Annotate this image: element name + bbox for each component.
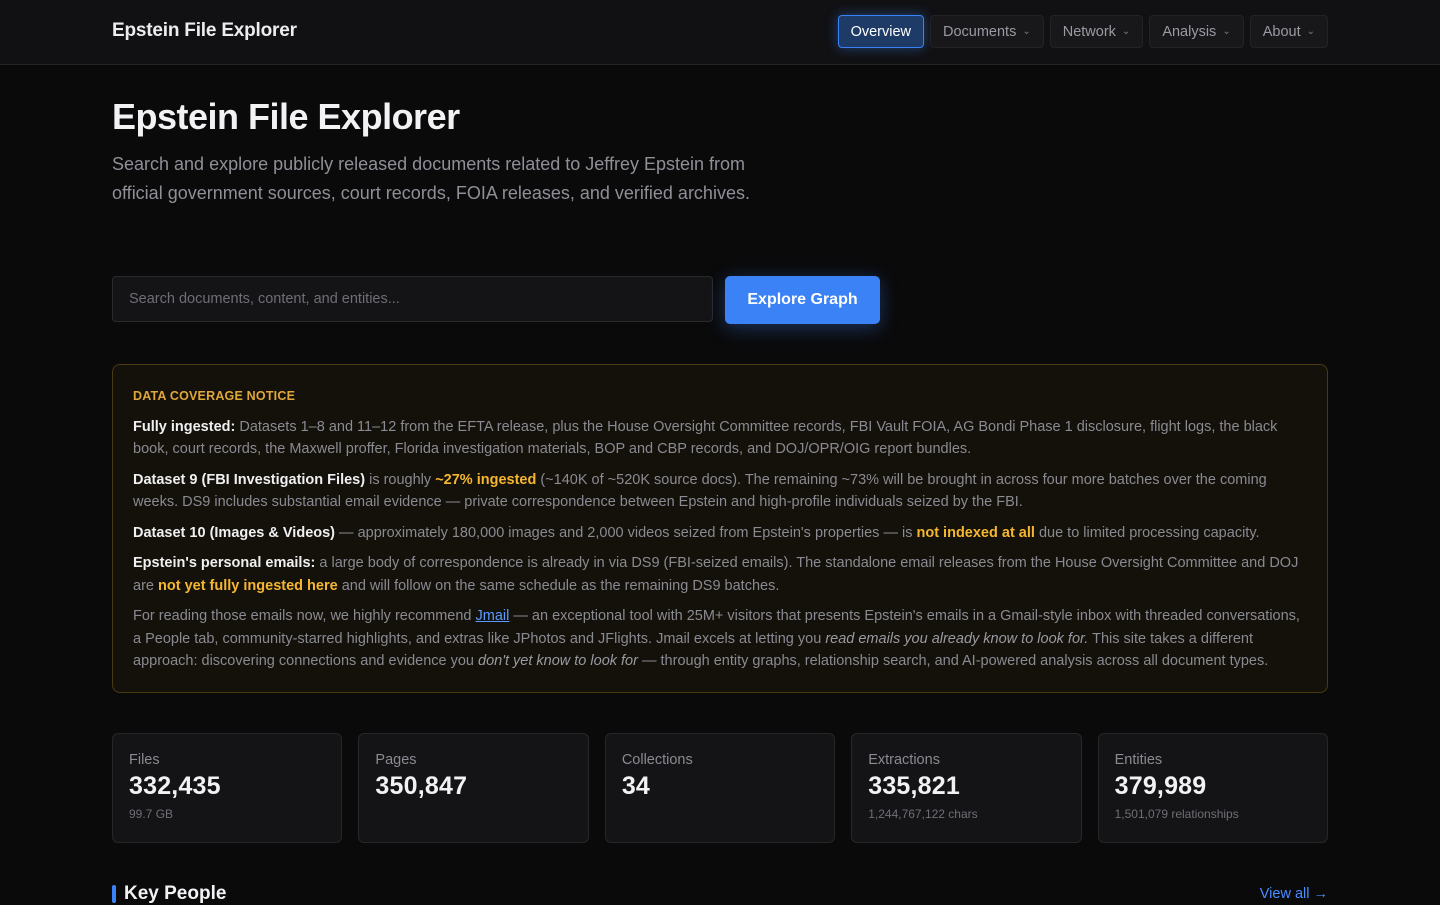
nav-analysis[interactable]: Analysis ⌄ (1149, 15, 1244, 48)
notice-emphasis: don't yet know to look for (478, 653, 638, 669)
search-input[interactable] (112, 276, 713, 322)
page-title: Epstein File Explorer (112, 96, 460, 137)
nav-about-label: About (1262, 23, 1301, 40)
key-people-header: Key People (112, 883, 227, 904)
notice-highlight: not indexed at all (916, 524, 1035, 541)
notice-highlight: ~27% ingested (435, 471, 537, 488)
chevron-down-icon: ⌄ (1022, 26, 1031, 37)
notice-text: is roughly (365, 471, 436, 488)
stat-label: Pages (375, 752, 417, 768)
stat-card-collections: Collections 34 (604, 733, 836, 843)
nav-documents[interactable]: Documents ⌄ (930, 15, 1044, 48)
stat-value: 34 (621, 772, 651, 800)
notice-personal-emails: Epstein's personal emails: a large body … (133, 552, 1307, 597)
notice-label: Fully ingested: (133, 418, 236, 435)
notice-text: and will follow on the same schedule as … (337, 577, 780, 594)
top-navigation-bar: Epstein File Explorer Overview Documents… (0, 0, 1440, 65)
stat-value: 350,847 (375, 772, 468, 800)
notice-title: DATA COVERAGE NOTICE (133, 389, 296, 403)
stat-sub: 1,244,767,122 chars (868, 807, 978, 821)
page-subtitle: Search and explore publicly released doc… (112, 154, 750, 203)
notice-label: Dataset 10 (Images & Videos) (133, 524, 336, 541)
notice-fully-ingested: Fully ingested: Datasets 1–8 and 11–12 f… (133, 416, 1307, 461)
stat-card-pages: Pages 350,847 (358, 733, 589, 843)
brand-title[interactable]: Epstein File Explorer (112, 20, 297, 42)
notice-text: due to limited processing capacity. (1034, 524, 1260, 541)
nav-network[interactable]: Network ⌄ (1049, 15, 1144, 48)
notice-text: — through entity graphs, relationship se… (637, 653, 1269, 669)
stat-sub: 99.7 GB (129, 807, 174, 821)
stat-label: Entities (1114, 752, 1163, 768)
stat-value: 332,435 (129, 772, 221, 800)
section-accent-bar (112, 885, 116, 903)
jmail-link[interactable]: Jmail (476, 608, 510, 624)
nav-overview[interactable]: Overview (837, 15, 924, 48)
nav-overview-label: Overview (850, 23, 911, 40)
data-coverage-notice: DATA COVERAGE NOTICE Fully ingested: Dat… (112, 364, 1328, 693)
key-people-title: Key People (124, 883, 227, 904)
notice-emphasis: read emails you already know to look for… (825, 630, 1089, 647)
stat-card-extractions: Extractions 335,821 1,244,767,122 chars (851, 733, 1082, 843)
stat-value: 379,989 (1114, 772, 1207, 800)
stat-label: Files (129, 752, 160, 768)
notice-text: Datasets 1–8 and 11–12 from the EFTA rel… (133, 418, 1278, 458)
chevron-down-icon: ⌄ (1121, 26, 1131, 37)
stat-sub: 1,501,079 relationships (1114, 807, 1239, 821)
nav-about[interactable]: About ⌄ (1249, 15, 1328, 48)
notice-label: Dataset 9 (FBI Investigation Files) (133, 471, 366, 488)
stat-value: 335,821 (868, 772, 960, 800)
notice-jmail-recommendation: For reading those emails now, we highly … (133, 605, 1307, 673)
nav-network-label: Network (1062, 23, 1116, 40)
chevron-down-icon: ⌄ (1306, 26, 1315, 37)
notice-dataset-10: Dataset 10 (Images & Videos) — approxima… (133, 522, 1307, 545)
stat-card-entities: Entities 379,989 1,501,079 relationships (1097, 733, 1329, 843)
notice-dataset-9: Dataset 9 (FBI Investigation Files) is r… (133, 469, 1307, 514)
main-nav: Overview Documents ⌄ Network ⌄ Analysis … (837, 15, 1328, 48)
notice-highlight: not yet fully ingested here (158, 577, 338, 594)
notice-text: — approximately 180,000 images and 2,000… (335, 524, 917, 541)
notice-label: Epstein's personal emails: (133, 555, 316, 571)
stat-card-files: Files 332,435 99.7 GB (112, 733, 343, 843)
notice-text: For reading those emails now, we highly … (133, 608, 476, 624)
nav-analysis-label: Analysis (1162, 23, 1217, 40)
explore-graph-button[interactable]: Explore Graph (725, 276, 880, 324)
chevron-down-icon: ⌄ (1222, 26, 1231, 37)
stat-label: Collections (621, 752, 693, 768)
stats-row: Files 332,435 99.7 GB Pages 350,847 Coll… (112, 733, 1329, 843)
stat-label: Extractions (868, 752, 940, 768)
nav-documents-label: Documents (943, 23, 1017, 40)
